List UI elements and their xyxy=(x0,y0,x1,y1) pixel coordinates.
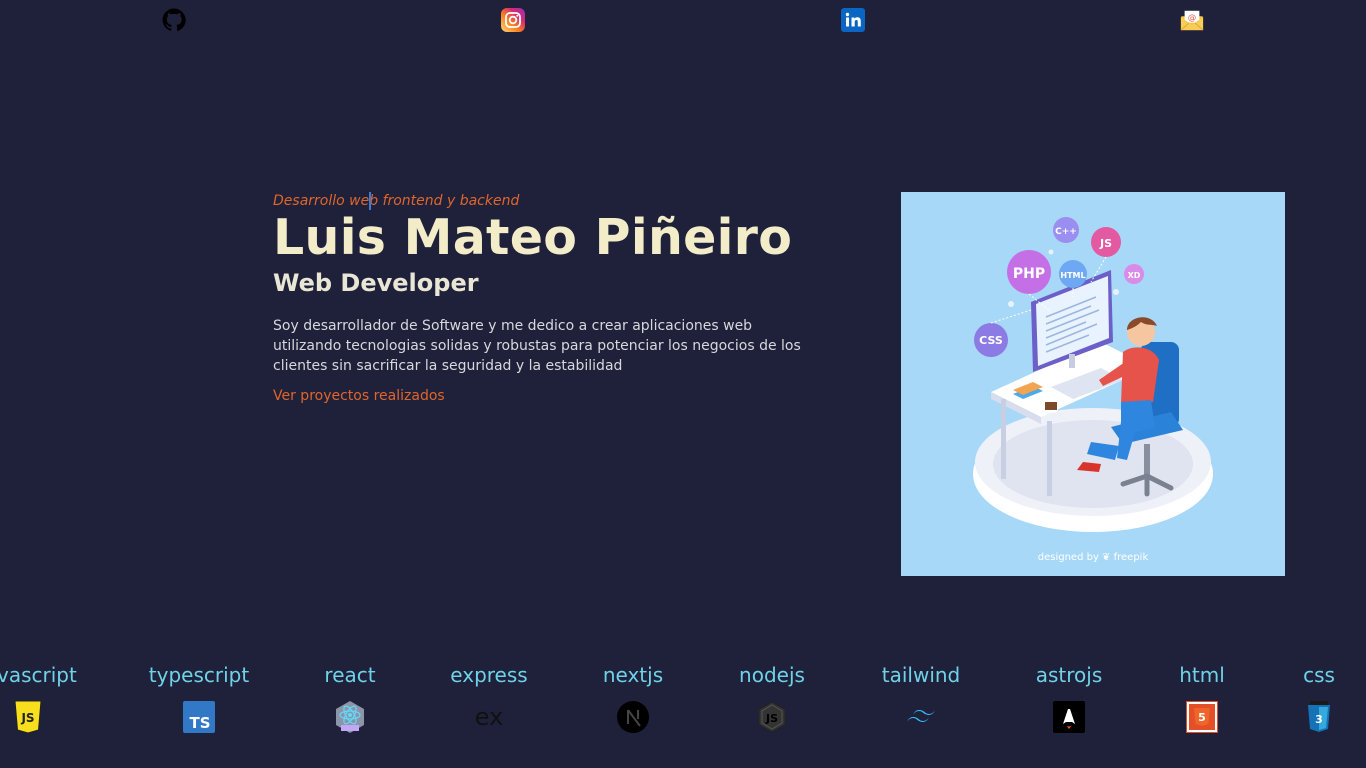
tech-item-astrojs: astrojs xyxy=(1009,660,1129,734)
tech-label: javascript xyxy=(0,663,77,687)
tailwind-icon xyxy=(904,700,938,734)
svg-text:ex: ex xyxy=(475,705,504,729)
javascript-icon: JS xyxy=(11,700,45,734)
tech-item-express: express ex xyxy=(429,660,549,734)
tech-label: css xyxy=(1303,663,1335,687)
tech-item-javascript: javascript JS xyxy=(0,660,88,734)
tech-item-html: html 5 xyxy=(1142,660,1262,734)
tech-label: typescript xyxy=(148,663,250,687)
hero-name: Luis Mateo Piñeiro xyxy=(273,209,793,266)
illustration-credit: designed by ❦ freepik xyxy=(1037,552,1149,563)
text-cursor xyxy=(369,192,371,210)
tech-item-tailwind: tailwind xyxy=(861,660,981,734)
css-icon: 3 xyxy=(1302,700,1336,734)
tech-label: express xyxy=(450,663,528,687)
svg-text:JS: JS xyxy=(1099,237,1112,250)
tech-label: astrojs xyxy=(1035,663,1103,687)
svg-text:TS: TS xyxy=(189,714,210,732)
tech-label: nodejs xyxy=(739,663,805,687)
github-icon[interactable] xyxy=(162,8,186,32)
tech-item-css: css 3 xyxy=(1259,660,1366,734)
svg-text:5: 5 xyxy=(1198,711,1206,724)
tech-label: tailwind xyxy=(881,663,961,687)
projects-link[interactable]: Ver proyectos realizados xyxy=(273,388,445,404)
nodejs-icon: JS xyxy=(755,700,789,734)
tech-label: nextjs xyxy=(602,663,664,687)
tech-label: html xyxy=(1179,663,1225,687)
html-icon: 5 xyxy=(1185,700,1219,734)
svg-text:C++: C++ xyxy=(1055,227,1077,237)
svg-text:@: @ xyxy=(1188,12,1196,22)
nextjs-icon xyxy=(616,700,650,734)
email-icon[interactable]: @ xyxy=(1180,8,1204,32)
linkedin-icon[interactable] xyxy=(841,8,865,32)
svg-text:CSS: CSS xyxy=(979,334,1003,347)
tech-item-react: react xyxy=(290,660,410,734)
svg-text:JS: JS xyxy=(20,711,34,725)
astrojs-icon xyxy=(1052,700,1086,734)
express-icon: ex xyxy=(472,700,506,734)
instagram-icon[interactable] xyxy=(501,8,525,32)
tech-item-nextjs: nextjs xyxy=(573,660,693,734)
tech-item-typescript: typescript TS xyxy=(139,660,259,734)
tech-item-nodejs: nodejs JS xyxy=(712,660,832,734)
hero-section: Desarrollo web frontend y backend Luis M… xyxy=(273,190,813,404)
svg-text:XD: XD xyxy=(1128,271,1141,280)
svg-text:JS: JS xyxy=(765,712,778,725)
typescript-icon: TS xyxy=(182,700,216,734)
tech-label: react xyxy=(324,663,376,687)
react-icon xyxy=(333,700,367,734)
hero-role: Web Developer xyxy=(273,269,479,297)
hero-description: Soy desarrollador de Software y me dedic… xyxy=(273,318,801,374)
hero-eyebrow: Desarrollo web frontend y backend xyxy=(273,192,520,210)
developer-illustration: PHP CSS HTML C++ JS XD designed by ❦ fre… xyxy=(901,192,1285,576)
svg-text:HTML: HTML xyxy=(1060,271,1085,280)
svg-text:PHP: PHP xyxy=(1013,266,1045,282)
svg-text:3: 3 xyxy=(1315,713,1323,726)
